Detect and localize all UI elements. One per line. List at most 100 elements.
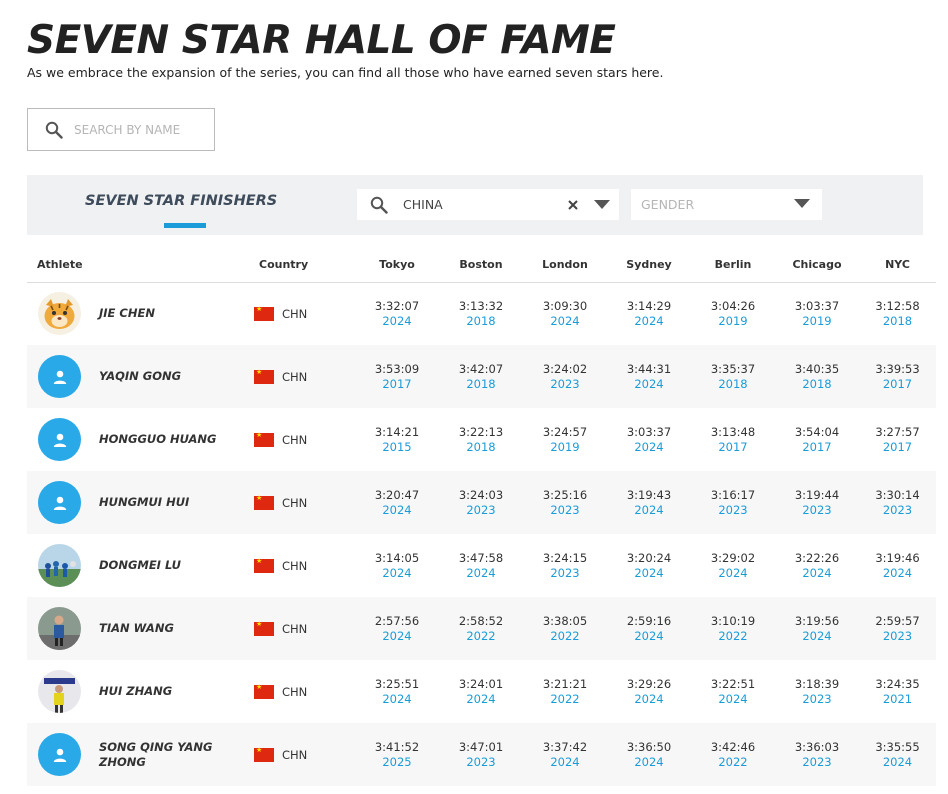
race-year-link[interactable]: 2022 bbox=[523, 629, 607, 644]
athlete-name[interactable]: YAQIN GONG bbox=[99, 369, 229, 384]
athlete-photo[interactable] bbox=[38, 607, 81, 650]
table-row[interactable]: DONGMEI LUCHN3:14:0520243:47:5820243:24:… bbox=[27, 534, 936, 597]
race-year-link[interactable]: 2023 bbox=[523, 566, 607, 581]
race-year-link[interactable]: 2018 bbox=[691, 377, 775, 392]
race-year-link[interactable]: 2019 bbox=[691, 314, 775, 329]
race-year-link[interactable]: 2022 bbox=[439, 629, 523, 644]
race-year-link[interactable]: 2024 bbox=[859, 566, 936, 581]
table-row[interactable]: JIE CHENCHN3:32:0720243:13:3220183:09:30… bbox=[27, 282, 936, 345]
race-year-link[interactable]: 2023 bbox=[523, 377, 607, 392]
header-sydney[interactable]: Sydney bbox=[607, 248, 691, 283]
race-year-link[interactable]: 2024 bbox=[691, 566, 775, 581]
race-year-link[interactable]: 2022 bbox=[691, 755, 775, 770]
athlete-name[interactable]: HONGGUO HUANG bbox=[99, 432, 229, 447]
chevron-down-icon[interactable] bbox=[794, 196, 810, 214]
race-year-link[interactable]: 2024 bbox=[439, 566, 523, 581]
race-year-link[interactable]: 2017 bbox=[775, 440, 859, 455]
user-icon[interactable] bbox=[38, 733, 81, 776]
race-year-link[interactable]: 2023 bbox=[439, 503, 523, 518]
result-london: 3:24:57 2019 bbox=[523, 408, 607, 471]
race-year-link[interactable]: 2018 bbox=[439, 440, 523, 455]
tab-seven-star-finishers[interactable]: SEVEN STAR FINISHERS bbox=[85, 193, 277, 209]
table-row[interactable]: YAQIN GONGCHN3:53:0920173:42:0720183:24:… bbox=[27, 345, 936, 408]
race-year-link[interactable]: 2023 bbox=[775, 503, 859, 518]
race-year-link[interactable]: 2024 bbox=[607, 629, 691, 644]
race-year-link[interactable]: 2024 bbox=[607, 314, 691, 329]
table-row[interactable]: TIAN WANGCHN2:57:5620242:58:5220223:38:0… bbox=[27, 597, 936, 660]
race-year-link[interactable]: 2024 bbox=[607, 692, 691, 707]
race-year-link[interactable]: 2019 bbox=[775, 314, 859, 329]
header-london[interactable]: London bbox=[523, 248, 607, 283]
race-year-link[interactable]: 2017 bbox=[355, 377, 439, 392]
race-year-link[interactable]: 2023 bbox=[859, 629, 936, 644]
race-year-link[interactable]: 2024 bbox=[355, 566, 439, 581]
table-row[interactable]: HONGGUO HUANGCHN3:14:2120153:22:1320183:… bbox=[27, 408, 936, 471]
race-year-link[interactable]: 2025 bbox=[355, 755, 439, 770]
race-year-link[interactable]: 2019 bbox=[523, 440, 607, 455]
gender-filter-select[interactable]: GENDER bbox=[631, 189, 822, 220]
race-year-link[interactable]: 2023 bbox=[439, 755, 523, 770]
race-year-link[interactable]: 2023 bbox=[775, 692, 859, 707]
race-year-link[interactable]: 2018 bbox=[439, 377, 523, 392]
athlete-name[interactable]: SONG QING YANG ZHONG bbox=[99, 740, 229, 770]
race-year-link[interactable]: 2023 bbox=[775, 755, 859, 770]
user-icon[interactable] bbox=[38, 418, 81, 461]
race-year-link[interactable]: 2024 bbox=[355, 629, 439, 644]
race-year-link[interactable]: 2024 bbox=[523, 755, 607, 770]
table-row[interactable]: HUI ZHANGCHN3:25:5120243:24:0120243:21:2… bbox=[27, 660, 936, 723]
athlete-name[interactable]: HUNGMUI HUI bbox=[99, 495, 229, 510]
race-year-link[interactable]: 2024 bbox=[607, 503, 691, 518]
header-tokyo[interactable]: Tokyo bbox=[355, 248, 439, 283]
user-icon[interactable] bbox=[38, 355, 81, 398]
header-athlete[interactable]: Athlete bbox=[27, 248, 249, 283]
race-year-link[interactable]: 2018 bbox=[775, 377, 859, 392]
search-by-name-input[interactable] bbox=[74, 122, 204, 137]
race-year-link[interactable]: 2023 bbox=[859, 503, 936, 518]
athlete-name[interactable]: JIE CHEN bbox=[99, 306, 229, 321]
race-year-link[interactable]: 2024 bbox=[355, 314, 439, 329]
race-year-link[interactable]: 2023 bbox=[523, 503, 607, 518]
finish-time: 3:29:26 bbox=[626, 676, 672, 691]
header-nyc[interactable]: NYC bbox=[859, 248, 936, 283]
athlete-photo[interactable] bbox=[38, 544, 81, 587]
country-filter-select[interactable]: CHINA bbox=[357, 189, 619, 220]
race-year-link[interactable]: 2015 bbox=[355, 440, 439, 455]
athlete-name[interactable]: HUI ZHANG bbox=[99, 684, 229, 699]
user-icon[interactable] bbox=[38, 481, 81, 524]
clear-icon[interactable] bbox=[565, 197, 581, 213]
race-year-link[interactable]: 2017 bbox=[859, 377, 936, 392]
race-year-link[interactable]: 2017 bbox=[859, 440, 936, 455]
header-country[interactable]: Country bbox=[249, 248, 355, 283]
race-year-link[interactable]: 2024 bbox=[607, 377, 691, 392]
race-year-link[interactable]: 2024 bbox=[859, 755, 936, 770]
race-year-link[interactable]: 2024 bbox=[607, 755, 691, 770]
table-row[interactable]: SONG QING YANG ZHONGCHN3:41:5220253:47:0… bbox=[27, 723, 936, 786]
header-chicago[interactable]: Chicago bbox=[775, 248, 859, 283]
race-year-link[interactable]: 2018 bbox=[439, 314, 523, 329]
race-year-link[interactable]: 2021 bbox=[859, 692, 936, 707]
chevron-down-icon[interactable] bbox=[593, 199, 611, 211]
race-year-link[interactable]: 2024 bbox=[775, 629, 859, 644]
race-year-link[interactable]: 2024 bbox=[691, 692, 775, 707]
athlete-photo[interactable] bbox=[38, 670, 81, 713]
race-year-link[interactable]: 2023 bbox=[691, 503, 775, 518]
race-year-link[interactable]: 2017 bbox=[691, 440, 775, 455]
race-year-link[interactable]: 2024 bbox=[355, 503, 439, 518]
athlete-name[interactable]: DONGMEI LU bbox=[99, 558, 229, 573]
race-year-link[interactable]: 2024 bbox=[523, 314, 607, 329]
race-year-link[interactable]: 2024 bbox=[775, 566, 859, 581]
race-year-link[interactable]: 2022 bbox=[523, 692, 607, 707]
table-row[interactable]: HUNGMUI HUICHN3:20:4720243:24:0320233:25… bbox=[27, 471, 936, 534]
race-year-link[interactable]: 2024 bbox=[439, 692, 523, 707]
search-by-name-box[interactable] bbox=[27, 108, 215, 151]
tiger-avatar-image[interactable] bbox=[38, 292, 81, 336]
race-year-link[interactable]: 2018 bbox=[859, 314, 936, 329]
race-year-link[interactable]: 2024 bbox=[607, 566, 691, 581]
country-cell: CHN bbox=[249, 282, 355, 345]
header-berlin[interactable]: Berlin bbox=[691, 248, 775, 283]
athlete-name[interactable]: TIAN WANG bbox=[99, 621, 229, 636]
race-year-link[interactable]: 2024 bbox=[355, 692, 439, 707]
header-boston[interactable]: Boston bbox=[439, 248, 523, 283]
race-year-link[interactable]: 2024 bbox=[607, 440, 691, 455]
race-year-link[interactable]: 2022 bbox=[691, 629, 775, 644]
